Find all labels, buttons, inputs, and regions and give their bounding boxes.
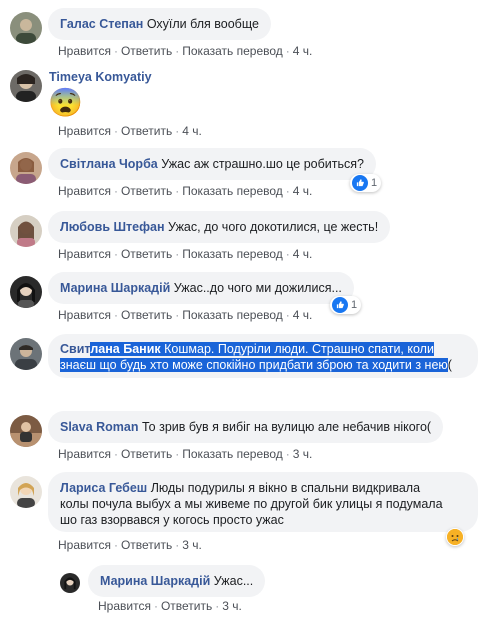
like-icon — [352, 175, 368, 191]
comment-text: Охуїли бля вообще — [146, 17, 259, 31]
reply-link[interactable]: Ответить — [121, 447, 172, 461]
comment-author[interactable]: Лариса Гебеш — [60, 481, 147, 495]
timestamp[interactable]: 4 ч. — [293, 184, 313, 198]
avatar[interactable] — [10, 476, 42, 508]
comment-text-line-2: колы почула выбух а мы живеме по другой … — [60, 497, 443, 511]
like-link[interactable]: Нравится — [58, 538, 111, 552]
comment-bubble: Марина Шаркадій Ужас..до чого ми дожилис… — [48, 272, 354, 304]
comment-text-tail: ( — [447, 358, 452, 372]
timestamp[interactable]: 3 ч. — [222, 599, 242, 613]
like-link[interactable]: Нравится — [58, 447, 111, 461]
comment-bubble: Світлана Чорба Ужас аж страшно.шо це роб… — [48, 148, 376, 180]
translate-link[interactable]: Показать перевод — [182, 308, 283, 322]
reaction-badge[interactable]: 1 — [350, 174, 382, 192]
comment-text-line-1: Кошмар. Подуріли люди. Страшно спати, ко… — [164, 342, 434, 356]
reply-link[interactable]: Ответить — [121, 184, 172, 198]
like-link[interactable]: Нравится — [58, 44, 111, 58]
comment-text-line-3: шо газ взорвався у когось просто ужас — [60, 513, 284, 527]
comment-actions: Нравится · Ответить · Показать перевод · 4 ч. — [58, 44, 313, 58]
reply-link[interactable]: Ответить — [121, 247, 172, 261]
translate-link[interactable]: Показать перевод — [182, 44, 283, 58]
like-link[interactable]: Нравится — [58, 124, 111, 138]
comment-actions: Нравится · Ответить · 3 ч. — [58, 538, 202, 552]
reaction-count: 1 — [351, 299, 358, 311]
comment-bubble: Марина Шаркадій Ужас... — [88, 565, 266, 597]
like-link[interactable]: Нравится — [98, 599, 151, 613]
comment-author[interactable]: Свит — [60, 342, 90, 356]
reply-link[interactable]: Ответить — [121, 308, 172, 322]
avatar[interactable] — [10, 152, 42, 184]
avatar[interactable] — [10, 70, 42, 102]
translate-link[interactable]: Показать перевод — [182, 184, 283, 198]
avatar[interactable] — [10, 415, 42, 447]
comment-text: Ужас аж страшно.шо це робиться? — [161, 157, 364, 171]
comment-author[interactable]: Марина Шаркадій — [60, 281, 170, 295]
comment-text: То зрив був я вибіг на вулицю але небачи… — [142, 420, 432, 434]
timestamp[interactable]: 4 ч. — [293, 308, 313, 322]
avatar[interactable] — [10, 338, 42, 370]
comment-author[interactable]: Slava Roman — [60, 420, 139, 434]
reaction-badge[interactable]: 1 — [330, 296, 362, 314]
comment-text-line-2: знаєш що будь хто може спокійно придбати… — [60, 358, 448, 372]
comment-bubble: Slava Roman То зрив був я вибіг на вулиц… — [48, 411, 444, 443]
comment-actions: Нравится · Ответить · Показать перевод · 4 ч. — [58, 308, 313, 322]
comment-text: Ужас... — [213, 574, 254, 588]
comment-author[interactable]: Світлана Чорба — [60, 157, 158, 171]
comment-bubble: Свитлана Баник Кошмар. Подуріли люди. Ст… — [48, 334, 478, 378]
comment-bubble: Любовь Штефан Ужас, до чого докотилися, … — [48, 211, 391, 243]
reaction-badge[interactable] — [446, 528, 464, 546]
timestamp[interactable]: 3 ч. — [293, 447, 313, 461]
comment-text: Ужас, до чого докотилися, це жесть! — [168, 220, 379, 234]
comment-author[interactable]: Timeya Komyatiy — [49, 70, 152, 84]
comment-text: Ужас..до чого ми дожилися... — [173, 281, 342, 295]
comment-author[interactable]: Марина Шаркадій — [100, 574, 210, 588]
timestamp[interactable]: 4 ч. — [293, 44, 313, 58]
reaction-count: 1 — [371, 177, 378, 189]
avatar[interactable] — [10, 276, 42, 308]
reply-link[interactable]: Ответить — [121, 124, 172, 138]
comment-text-line-1: Люды подурилы я вікно в спальни видкрива… — [150, 481, 421, 495]
sad-icon — [447, 529, 463, 545]
comment-actions: Нравится · Ответить · Показать перевод · 4 ч. — [58, 184, 313, 198]
avatar[interactable] — [10, 12, 42, 44]
reply-link[interactable]: Ответить — [121, 44, 172, 58]
avatar[interactable] — [60, 573, 80, 593]
comment-bubble: Лариса Гебеш Люды подурилы я вікно в спа… — [48, 472, 478, 532]
comment-actions: Нравится · Ответить · Показать перевод · 4 ч. — [58, 247, 313, 261]
reply-link[interactable]: Ответить — [121, 538, 172, 552]
comment-author[interactable]: Галас Степан — [60, 17, 143, 31]
translate-link[interactable]: Показать перевод — [182, 247, 283, 261]
comment-actions: Нравится · Ответить · 4 ч. — [58, 124, 202, 138]
like-icon — [332, 297, 348, 313]
translate-link[interactable]: Показать перевод — [182, 447, 283, 461]
like-link[interactable]: Нравится — [58, 247, 111, 261]
comment-actions: Нравится · Ответить · Показать перевод · 3 ч. — [58, 447, 313, 461]
timestamp[interactable]: 4 ч. — [293, 247, 313, 261]
emoji-sticker: 😨 — [48, 87, 83, 118]
avatar[interactable] — [10, 215, 42, 247]
comment-bubble: Галас Степан Охуїли бля вообще — [48, 8, 271, 40]
timestamp[interactable]: 4 ч. — [182, 124, 202, 138]
comment-actions: Нравится · Ответить · 3 ч. — [98, 599, 242, 613]
comment-author[interactable]: Любовь Штефан — [60, 220, 165, 234]
comment-author-selected[interactable]: лана Баник — [90, 342, 161, 356]
like-link[interactable]: Нравится — [58, 308, 111, 322]
like-link[interactable]: Нравится — [58, 184, 111, 198]
timestamp[interactable]: 3 ч. — [182, 538, 202, 552]
reply-link[interactable]: Ответить — [161, 599, 212, 613]
